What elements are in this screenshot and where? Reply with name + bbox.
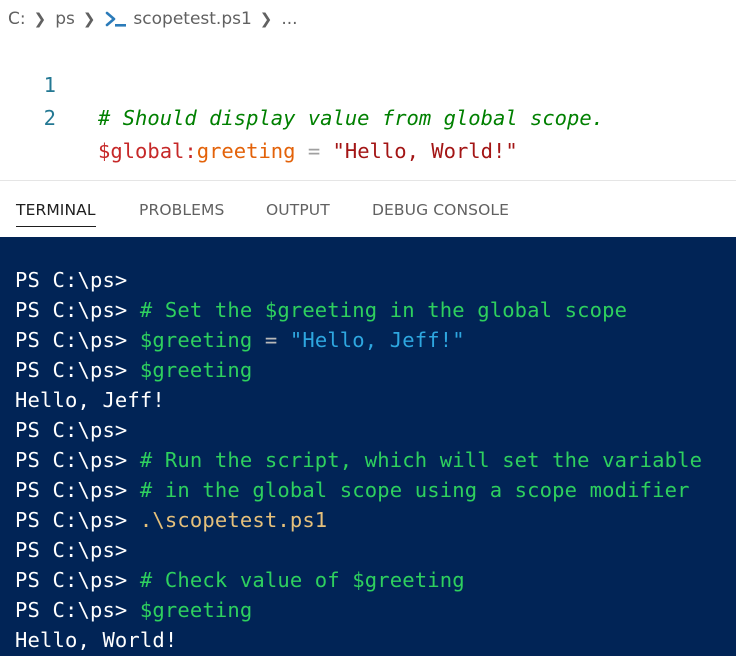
terminal-line: PS C:\ps> <box>15 535 702 565</box>
panel-tab-bar: TERMINAL PROBLEMS OUTPUT DEBUG CONSOLE <box>0 180 736 237</box>
terminal-line: Hello, World! <box>15 625 702 655</box>
tab-terminal[interactable]: TERMINAL <box>16 201 96 227</box>
terminal-line: PS C:\ps> # Set the $greeting in the glo… <box>15 295 702 325</box>
terminal-prompt: PS C:\ps> <box>15 268 128 292</box>
terminal-line: PS C:\ps> $greeting <box>15 595 702 625</box>
terminal-prompt: PS C:\ps> <box>15 538 128 562</box>
powershell-file-icon <box>104 9 128 29</box>
editor-pane[interactable]: C: ❯ ps ❯ scopetest.ps1 ❯ ... 1 # Should… <box>0 0 736 180</box>
chevron-right-icon: ❯ <box>82 10 96 28</box>
terminal-output: PS C:\ps> PS C:\ps> # Set the $greeting … <box>15 265 702 655</box>
terminal-result: Hello, Jeff! <box>15 388 165 412</box>
breadcrumb-folder[interactable]: ps <box>55 9 75 29</box>
terminal-comment: # in the global scope using a scope modi… <box>139 478 690 502</box>
terminal-line: PS C:\ps> <box>15 265 702 295</box>
terminal-line: PS C:\ps> <box>15 415 702 445</box>
code-editor[interactable]: 1 # Should display value from global sco… <box>0 36 736 163</box>
code-string: "Hello, World!" <box>332 139 518 163</box>
terminal-line: PS C:\ps> $greeting = "Hello, Jeff!" <box>15 325 702 355</box>
breadcrumb-drive[interactable]: C: <box>8 9 26 29</box>
terminal-comment: # Run the script, which will set the var… <box>139 448 703 472</box>
code-variable: greeting <box>196 139 296 163</box>
terminal-prompt: PS C:\ps> <box>15 508 140 532</box>
tab-debug-console[interactable]: DEBUG CONSOLE <box>372 201 509 219</box>
terminal-line: Hello, Jeff! <box>15 385 702 415</box>
terminal-prompt: PS C:\ps> <box>15 358 140 382</box>
terminal-line: PS C:\ps> $greeting <box>15 355 702 385</box>
tab-output[interactable]: OUTPUT <box>266 201 330 219</box>
code-operator: = <box>295 139 333 163</box>
terminal-prompt: PS C:\ps> <box>15 598 140 622</box>
chevron-right-icon: ❯ <box>259 10 273 28</box>
code-comment: # Should display value from global scope… <box>98 106 605 130</box>
chevron-right-icon: ❯ <box>33 10 47 28</box>
terminal-prompt: PS C:\ps> <box>15 448 140 472</box>
breadcrumb-file[interactable]: scopetest.ps1 <box>133 9 251 29</box>
terminal-line: PS C:\ps> # Run the script, which will s… <box>15 445 702 475</box>
code-text: # Should display value from global scope… <box>98 102 604 135</box>
code-scope-modifier: $global: <box>98 139 197 163</box>
line-number: 2 <box>43 106 56 130</box>
terminal-prompt: PS C:\ps> <box>15 568 140 592</box>
code-text: $global:greeting = "Hello, World!" <box>98 135 518 168</box>
terminal-prompt: PS C:\ps> <box>15 328 140 352</box>
breadcrumb: C: ❯ ps ❯ scopetest.ps1 ❯ ... <box>8 6 298 32</box>
terminal-operator: = <box>252 328 290 352</box>
terminal-string: "Hello, Jeff!" <box>289 328 465 352</box>
terminal-command: .\scopetest.ps1 <box>139 508 328 532</box>
terminal-line: PS C:\ps> # Check value of $greeting <box>15 565 702 595</box>
terminal-variable: $greeting <box>139 358 253 382</box>
code-line[interactable]: 1 # Should display value from global sco… <box>0 36 736 130</box>
terminal-variable: $greeting <box>139 328 253 352</box>
terminal-prompt: PS C:\ps> <box>15 418 128 442</box>
terminal-comment: # Set the $greeting in the global scope <box>139 298 628 322</box>
terminal-line: PS C:\ps> # in the global scope using a … <box>15 475 702 505</box>
terminal-prompt: PS C:\ps> <box>15 298 140 322</box>
terminal[interactable]: PS C:\ps> PS C:\ps> # Set the $greeting … <box>0 237 736 656</box>
breadcrumb-more[interactable]: ... <box>281 9 297 29</box>
code-line[interactable]: 2 $global:greeting = "Hello, World!" <box>0 69 736 163</box>
terminal-variable: $greeting <box>139 598 253 622</box>
terminal-result: Hello, World! <box>15 628 178 652</box>
terminal-comment: # Check value of $greeting <box>139 568 465 592</box>
tab-problems[interactable]: PROBLEMS <box>139 201 224 219</box>
terminal-line: PS C:\ps> .\scopetest.ps1 <box>15 505 702 535</box>
terminal-prompt: PS C:\ps> <box>15 478 140 502</box>
